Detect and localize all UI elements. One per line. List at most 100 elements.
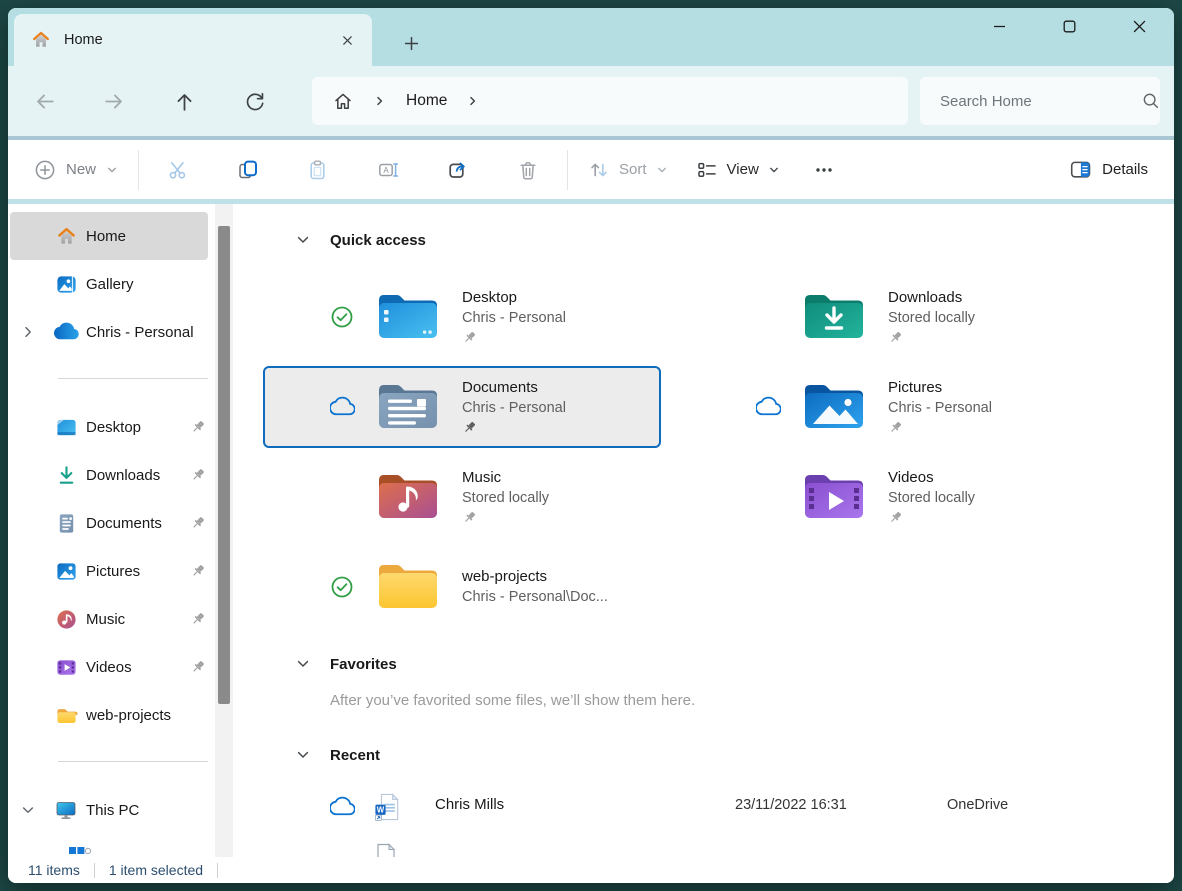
chevron-down-icon[interactable] bbox=[20, 802, 36, 818]
document-icon bbox=[374, 843, 398, 857]
pin-icon bbox=[888, 330, 975, 348]
tab-home[interactable]: Home bbox=[14, 14, 372, 66]
recent-file-row-partial[interactable] bbox=[262, 833, 1174, 857]
sidebar-item-music[interactable]: Music bbox=[10, 595, 208, 643]
tab-title: Home bbox=[64, 32, 334, 48]
copy-button[interactable] bbox=[213, 147, 283, 193]
chevron-right-icon[interactable] bbox=[20, 324, 36, 340]
tab-close-icon[interactable] bbox=[334, 27, 360, 53]
tile-documents[interactable]: Documents Chris - Personal bbox=[263, 366, 661, 448]
tile-name: Pictures bbox=[888, 377, 992, 398]
scrollbar-thumb[interactable] bbox=[218, 226, 230, 704]
tile-videos[interactable]: Videos Stored locally bbox=[689, 456, 1087, 538]
tile-name: web-projects bbox=[462, 566, 608, 587]
sidebar-item-label: Home bbox=[86, 228, 126, 245]
sidebar-item-videos[interactable]: Videos bbox=[10, 643, 208, 691]
tile-text: web-projects Chris - Personal\Doc... bbox=[462, 566, 608, 608]
cloud-status-icon bbox=[330, 795, 355, 820]
section-recent-header[interactable]: Recent bbox=[296, 743, 1174, 767]
more-options-button[interactable] bbox=[804, 150, 844, 190]
chevron-down-icon bbox=[296, 657, 310, 671]
sidebar-item-this-pc[interactable]: This PC bbox=[10, 786, 208, 834]
pin-icon bbox=[190, 419, 206, 435]
desktop-folder-icon bbox=[376, 290, 440, 344]
sidebar-item-web-projects[interactable]: web-projects bbox=[10, 691, 208, 739]
sidebar-scrollbar[interactable] bbox=[215, 204, 233, 857]
sidebar-item-downloads[interactable]: Downloads bbox=[10, 451, 208, 499]
share-button[interactable] bbox=[423, 147, 493, 193]
pin-icon bbox=[190, 659, 206, 675]
maximize-button[interactable] bbox=[1034, 8, 1104, 44]
sidebar-item-desktop[interactable]: Desktop bbox=[10, 403, 208, 451]
home-icon bbox=[30, 29, 52, 51]
sidebar-item-partial[interactable] bbox=[10, 834, 208, 857]
sidebar-item-onedrive[interactable]: Chris - Personal bbox=[10, 308, 208, 356]
sidebar-item-label: Documents bbox=[86, 515, 162, 532]
rename-button[interactable]: A bbox=[353, 147, 423, 193]
search-input[interactable] bbox=[938, 92, 1141, 111]
section-favorites-header[interactable]: Favorites bbox=[296, 652, 1174, 676]
tile-name: Downloads bbox=[888, 287, 975, 308]
scissors-icon bbox=[167, 159, 189, 181]
tile-name: Music bbox=[462, 467, 549, 488]
section-quick-access-header[interactable]: Quick access bbox=[296, 228, 1174, 252]
sidebar-item-label: Chris - Personal bbox=[86, 324, 194, 341]
view-icon bbox=[696, 159, 718, 181]
pin-icon bbox=[462, 330, 566, 348]
sidebar-item-pictures[interactable]: Pictures bbox=[10, 547, 208, 595]
status-bar: 11 items 1 item selected bbox=[8, 857, 1174, 883]
refresh-button[interactable] bbox=[234, 81, 274, 121]
forward-button[interactable] bbox=[94, 81, 134, 121]
sidebar-item-home[interactable]: Home bbox=[10, 212, 208, 260]
tile-subtitle: Chris - Personal bbox=[462, 398, 566, 419]
search-box[interactable] bbox=[920, 77, 1160, 125]
sort-icon bbox=[588, 159, 610, 181]
sort-button[interactable]: Sort bbox=[588, 159, 668, 181]
minimize-button[interactable] bbox=[964, 8, 1034, 44]
chevron-down-icon bbox=[296, 233, 310, 247]
view-button[interactable]: View bbox=[696, 159, 780, 181]
tile-pictures[interactable]: Pictures Chris - Personal bbox=[689, 366, 1087, 448]
back-button[interactable] bbox=[24, 81, 64, 121]
sidebar-item-label: Music bbox=[86, 611, 125, 628]
address-bar[interactable]: Home bbox=[312, 77, 908, 125]
details-pane-icon bbox=[1069, 158, 1092, 181]
tile-subtitle: Stored locally bbox=[888, 488, 975, 509]
status-empty bbox=[330, 485, 354, 509]
sidebar-item-gallery[interactable]: Gallery bbox=[10, 260, 208, 308]
chevron-right-icon[interactable] bbox=[467, 95, 479, 107]
close-button[interactable] bbox=[1104, 8, 1174, 44]
new-button[interactable]: New bbox=[34, 159, 118, 181]
cut-button[interactable] bbox=[143, 147, 213, 193]
delete-button[interactable] bbox=[493, 147, 563, 193]
view-label: View bbox=[727, 161, 759, 178]
tile-text: Videos Stored locally bbox=[888, 467, 975, 528]
chevron-right-icon[interactable] bbox=[374, 95, 386, 107]
recent-file-row[interactable]: W Chris Mills 23/11/2022 16:31 OneDrive bbox=[262, 783, 1174, 831]
paste-button[interactable] bbox=[283, 147, 353, 193]
sidebar-item-label: Downloads bbox=[86, 467, 160, 484]
sidebar-item-label: Gallery bbox=[86, 276, 134, 293]
sidebar-divider bbox=[58, 761, 208, 762]
up-button[interactable] bbox=[164, 81, 204, 121]
favorites-empty-message: After you’ve favorited some files, we’ll… bbox=[330, 692, 1174, 709]
downloads-folder-icon bbox=[802, 290, 866, 344]
tile-downloads[interactable]: Downloads Stored locally bbox=[689, 276, 1087, 358]
tile-web-projects[interactable]: web-projects Chris - Personal\Doc... bbox=[263, 546, 661, 628]
plus-circle-icon bbox=[34, 159, 56, 181]
pin-icon bbox=[190, 611, 206, 627]
videos-folder-icon bbox=[802, 470, 866, 524]
breadcrumb-home[interactable]: Home bbox=[406, 92, 447, 110]
tile-desktop[interactable]: Desktop Chris - Personal bbox=[263, 276, 661, 358]
new-tab-button[interactable] bbox=[398, 30, 424, 56]
sidebar-item-documents[interactable]: Documents bbox=[10, 499, 208, 547]
downloads-icon bbox=[54, 463, 78, 487]
navigation-pane: Home Gallery Chris - Personal bbox=[8, 204, 262, 857]
titlebar: Home bbox=[8, 8, 1174, 66]
tile-music[interactable]: Music Stored locally bbox=[263, 456, 661, 538]
details-button[interactable]: Details bbox=[1069, 158, 1148, 181]
tile-text: Pictures Chris - Personal bbox=[888, 377, 992, 438]
search-icon[interactable] bbox=[1141, 91, 1161, 111]
statusbar-divider bbox=[94, 863, 95, 878]
toolbar-divider bbox=[138, 150, 139, 190]
